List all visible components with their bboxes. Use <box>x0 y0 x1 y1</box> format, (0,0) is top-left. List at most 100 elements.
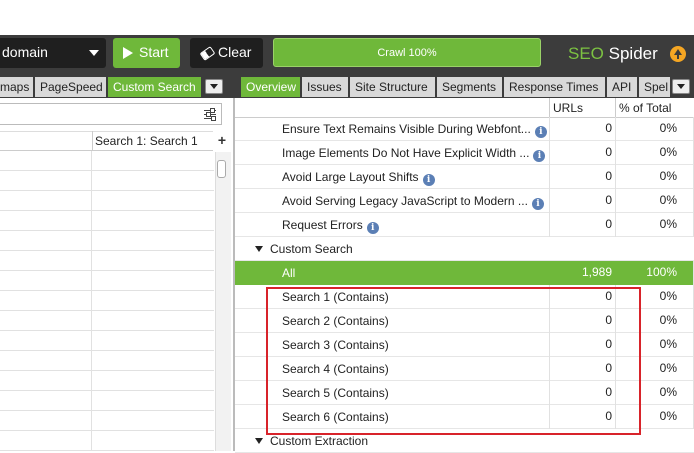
table-row[interactable] <box>0 351 214 371</box>
table-row[interactable] <box>0 231 214 251</box>
row-label: Avoid Large Layout Shifts i <box>282 170 435 186</box>
tree-row[interactable]: Image Elements Do Not Have Explicit Widt… <box>235 141 694 165</box>
info-icon[interactable]: i <box>534 126 547 138</box>
table-row[interactable] <box>0 171 214 191</box>
eraser-icon <box>199 46 216 61</box>
row-label: Image Elements Do Not Have Explicit Widt… <box>282 146 546 162</box>
tab-label: Response Times <box>509 80 599 94</box>
info-icon[interactable]: i <box>422 174 435 186</box>
crawl-progress-bar: Crawl 100% <box>273 38 541 67</box>
row-label-text: Ensure Text Remains Visible During Webfo… <box>282 122 531 136</box>
table-row[interactable] <box>0 371 214 391</box>
tab-label: maps <box>0 80 30 94</box>
info-icon[interactable]: i <box>531 198 544 210</box>
tree-row[interactable]: Avoid Serving Legacy JavaScript to Moder… <box>235 189 694 213</box>
table-row[interactable] <box>0 391 214 411</box>
tab-api[interactable]: API <box>607 77 637 97</box>
info-icon[interactable]: i <box>366 222 379 234</box>
table-row[interactable] <box>0 431 214 451</box>
row-label: Search 4 (Contains) <box>282 362 389 376</box>
vertical-scrollbar[interactable] <box>215 152 231 451</box>
tree-row[interactable]: Request Errors i 0 0% <box>235 213 694 237</box>
row-label: Search 6 (Contains) <box>282 410 389 424</box>
percent-of-total: 0% <box>615 213 694 237</box>
urls-count: 0 <box>549 285 615 309</box>
table-row[interactable] <box>0 271 214 291</box>
tab-label: Custom Search <box>113 80 196 94</box>
table-row[interactable] <box>0 291 214 311</box>
tree-row[interactable]: All 1,989 100% <box>235 261 694 285</box>
table-row[interactable] <box>0 311 214 331</box>
tab-response-times[interactable]: Response Times <box>504 77 605 97</box>
row-label-text: Search 1 (Contains) <box>282 290 389 304</box>
urls-count: 0 <box>549 141 615 165</box>
row-label: Custom Extraction <box>270 434 368 448</box>
left-tabs-menu-button[interactable] <box>205 79 223 94</box>
tree-row[interactable]: Search 5 (Contains) 0 0% <box>235 381 694 405</box>
table-row[interactable] <box>0 211 214 231</box>
filter-settings-icon[interactable] <box>204 108 216 121</box>
row-label: Request Errors i <box>282 218 379 234</box>
urls-count: 0 <box>549 357 615 381</box>
tree-row[interactable]: Search 4 (Contains) 0 0% <box>235 357 694 381</box>
urls-count: 0 <box>549 189 615 213</box>
table-row[interactable] <box>0 331 214 351</box>
tab-issues[interactable]: Issues <box>302 77 348 97</box>
clear-button-label: Clear <box>218 44 252 60</box>
table-row[interactable] <box>0 191 214 211</box>
tree-row[interactable]: Search 6 (Contains) 0 0% <box>235 405 694 429</box>
urls-count: 1,989 <box>549 261 615 285</box>
right-tabs-menu-button[interactable] <box>672 79 690 94</box>
urls-count: 0 <box>549 333 615 357</box>
brand-spider: Spider <box>608 44 658 63</box>
row-label-text: Image Elements Do Not Have Explicit Widt… <box>282 146 530 160</box>
percent-of-total: 0% <box>615 309 694 333</box>
percent-of-total: 100% <box>615 261 694 285</box>
tree-row[interactable]: Search 1 (Contains) 0 0% <box>235 285 694 309</box>
column-header-search-1[interactable]: Search 1: Search 1 <box>92 131 213 151</box>
tree-row[interactable]: Avoid Large Layout Shifts i 0 0% <box>235 165 694 189</box>
tree-group-row[interactable]: Custom Extraction <box>235 429 694 453</box>
percent-of-total: 0% <box>615 117 694 141</box>
tab-segments[interactable]: Segments <box>437 77 502 97</box>
tab-overview[interactable]: Overview <box>241 77 300 97</box>
update-available-icon[interactable] <box>670 46 686 62</box>
row-label-text: Search 2 (Contains) <box>282 314 389 328</box>
row-label: Search 2 (Contains) <box>282 314 389 328</box>
tab-label: Site Structure <box>355 80 428 94</box>
brand-seo: SEO <box>568 44 604 63</box>
tab-site-structure[interactable]: Site Structure <box>350 77 435 97</box>
table-row[interactable] <box>0 151 214 171</box>
search-input[interactable] <box>0 103 222 125</box>
row-label: Search 1 (Contains) <box>282 290 389 304</box>
row-label: Avoid Serving Legacy JavaScript to Moder… <box>282 194 544 210</box>
row-label-text: Custom Extraction <box>270 434 369 448</box>
tree-row[interactable]: Search 2 (Contains) 0 0% <box>235 309 694 333</box>
scrollbar-thumb[interactable] <box>217 160 226 178</box>
tab-label: Overview <box>246 80 297 94</box>
tree-row[interactable]: Search 3 (Contains) 0 0% <box>235 333 694 357</box>
crawl-progress-label: Crawl 100% <box>377 47 437 59</box>
row-label-text: All <box>282 266 296 280</box>
tab-label: Spel <box>644 80 669 94</box>
info-icon[interactable]: i <box>533 150 546 162</box>
tab-custom-search[interactable]: Custom Search <box>108 77 201 97</box>
crawl-mode-dropdown[interactable]: domain <box>0 38 106 68</box>
clear-button[interactable]: Clear <box>190 38 263 68</box>
expand-caret-icon[interactable] <box>255 246 263 252</box>
column-header-percent-total[interactable]: % of Total <box>615 98 694 118</box>
add-column-button[interactable]: + <box>214 131 230 151</box>
table-row[interactable] <box>0 411 214 431</box>
row-label-text: Search 3 (Contains) <box>282 338 389 352</box>
column-header-urls[interactable]: URLs <box>549 98 615 118</box>
brand-logo: SEO Spider <box>568 44 658 64</box>
tab-pagespeed[interactable]: PageSpeed <box>35 77 106 97</box>
tree-group-row[interactable]: Custom Search <box>235 237 694 261</box>
table-row[interactable] <box>0 251 214 271</box>
tree-row[interactable]: Ensure Text Remains Visible During Webfo… <box>235 117 694 141</box>
start-button[interactable]: Start <box>113 38 180 68</box>
urls-count: 0 <box>549 309 615 333</box>
tab-sitemaps[interactable]: maps <box>0 77 33 97</box>
expand-caret-icon[interactable] <box>255 438 263 444</box>
tab-spelling[interactable]: Spel <box>639 77 670 97</box>
